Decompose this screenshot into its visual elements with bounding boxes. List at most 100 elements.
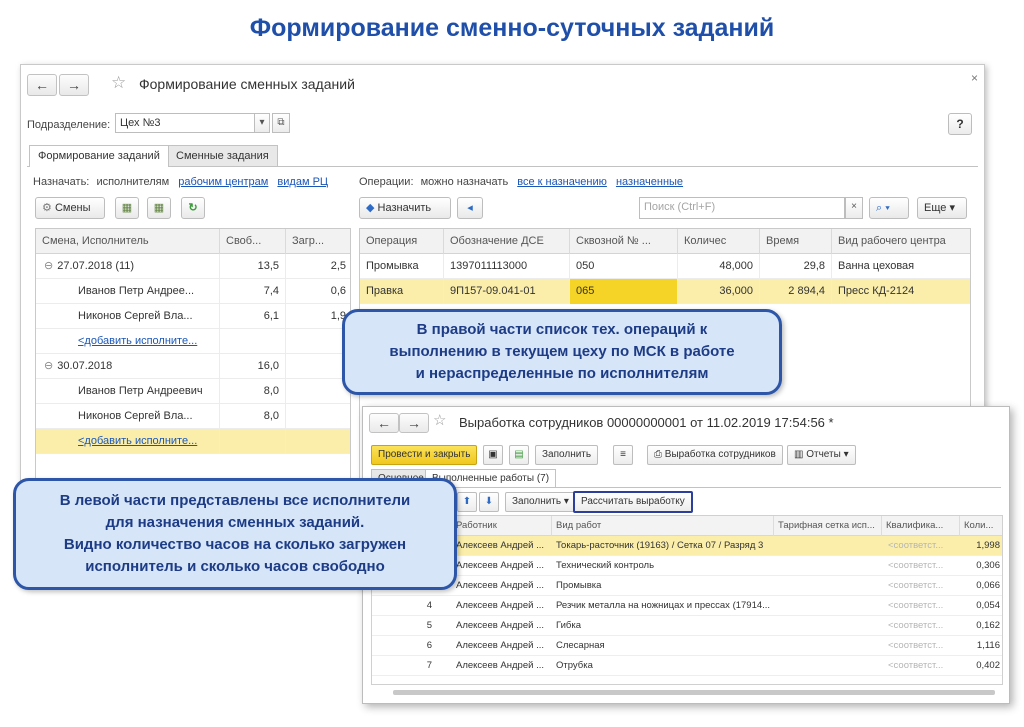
chevron-down-icon: ▾ — [843, 449, 849, 460]
shifts-button[interactable]: ⚙ Смены — [35, 197, 105, 219]
tab-divider — [27, 166, 978, 167]
w2-forward-button[interactable]: → — [399, 413, 429, 433]
work-row[interactable]: Алексеев Андрей ... Технический контроль <… — [372, 556, 1002, 576]
qty-cell: 1,116 — [976, 640, 1000, 651]
tab-shift-tasks[interactable]: Сменные задания — [167, 145, 278, 167]
forward-button[interactable]: → — [59, 74, 89, 96]
output-window: ← → ☆ Выработка сотрудников 00000000001 … — [362, 406, 1010, 704]
shift-group-row[interactable]: ⊖ 27.07.2018 (11) 13,5 2,5 — [36, 254, 350, 279]
post-icon[interactable]: ▤ — [509, 445, 529, 465]
col-time[interactable]: Время — [760, 229, 832, 254]
work-type-cell: Гибка — [556, 620, 582, 631]
work-row[interactable]: 5 Алексеев Андрей ... Гибка <соответст... 0,… — [372, 616, 1002, 636]
through-number-cell[interactable]: 050 — [570, 254, 678, 279]
col-tariff[interactable]: Тарифная сетка исп... — [774, 516, 882, 536]
executor-row[interactable]: <добавить исполните... — [36, 329, 350, 354]
col-qty[interactable]: Коли... — [960, 516, 1002, 536]
work-row[interactable]: 6 Алексеев Андрей ... Слесарная <соответст.… — [372, 636, 1002, 656]
col-free[interactable]: Своб... — [220, 229, 286, 254]
free-cell: 8,0 — [220, 379, 286, 404]
operation-row[interactable]: Правка 9П157-09.041-01 065 36,000 2 894,4 Пре… — [360, 279, 970, 304]
executor-row[interactable]: Иванов Петр Андреевич 8,0 — [36, 379, 350, 404]
w2-back-button[interactable]: ← — [369, 413, 399, 433]
calculate-output-button[interactable]: Рассчитать выработку — [573, 491, 693, 513]
list-icon[interactable]: ≡ — [613, 445, 633, 465]
work-type-cell: Резчик металла на ножницах и прессах (17… — [556, 600, 771, 611]
search-button[interactable]: ⌕ ▾ — [869, 197, 909, 219]
w2-favorite-star-icon[interactable]: ☆ — [433, 411, 446, 429]
executor-cell: Иванов Петр Андреевич — [36, 379, 220, 404]
work-type-cell: Технический контроль — [556, 560, 655, 571]
post-and-close-button[interactable]: Провести и закрыть — [371, 445, 478, 465]
division-input[interactable]: Цех №3 — [115, 113, 255, 133]
qualification-cell: <соответст... — [888, 580, 944, 591]
wc-type-cell: Пресс КД-2124 — [838, 285, 915, 297]
row-number: 5 — [426, 620, 432, 631]
search-clear-icon[interactable]: × — [845, 197, 863, 219]
shifts-button-label: Смены — [54, 202, 91, 214]
col-dse[interactable]: Обозначение ДСЕ — [444, 229, 570, 254]
col-through-number[interactable]: Сквозной № ... — [570, 229, 678, 254]
through-number-cell[interactable]: 065 — [570, 279, 678, 304]
assign-label: Назначать: исполнителям рабочим центрам … — [33, 176, 328, 188]
work-row[interactable]: 7 Алексеев Андрей ... Отрубка <соответст...… — [372, 656, 1002, 676]
search-input[interactable]: Поиск (Ctrl+F) — [639, 197, 845, 219]
executor-cell[interactable]: <добавить исполните... — [36, 429, 220, 454]
col-load[interactable]: Загр... — [286, 229, 350, 254]
callout-right-text: В правой части список тех. операций к вы… — [389, 321, 735, 382]
fill-button[interactable]: Заполнить — [535, 445, 599, 465]
fill2-button[interactable]: Заполнить ▾ — [505, 492, 576, 512]
add-executor-icon[interactable]: ▦ — [115, 197, 139, 219]
close-icon[interactable]: × — [971, 71, 978, 85]
link-wc-types[interactable]: видам РЦ — [277, 176, 328, 188]
move-left-icon[interactable]: ◂ — [457, 197, 483, 219]
reports-button[interactable]: ▥ Отчеты ▾ — [787, 445, 856, 465]
col-quantity[interactable]: Количес — [678, 229, 760, 254]
executor-cell[interactable]: <добавить исполните... — [36, 329, 220, 354]
col-qualification[interactable]: Квалифика... — [882, 516, 960, 536]
assign-button[interactable]: ◆ Назначить — [359, 197, 451, 219]
worker-cell: Алексеев Андрей ... — [456, 580, 544, 591]
help-button[interactable]: ? — [948, 113, 972, 135]
col-executor[interactable]: Смена, Исполнитель — [36, 229, 220, 254]
worker-cell: Алексеев Андрей ... — [456, 600, 544, 611]
move-up-icon[interactable]: ⬆ — [457, 492, 477, 512]
work-row[interactable]: Алексеев Андрей ... Токарь-расточник (191… — [372, 536, 1002, 556]
collapse-icon[interactable]: ⊖ — [44, 360, 53, 372]
add-executor-link[interactable]: <добавить исполните... — [78, 335, 197, 347]
qualification-cell: <соответст... — [888, 620, 944, 631]
back-button[interactable]: ← — [27, 74, 57, 96]
division-open-icon[interactable]: ⧉ — [272, 113, 290, 133]
executor-cell: ⊖ 30.07.2018 — [36, 354, 220, 379]
favorite-star-icon[interactable]: ☆ — [111, 73, 126, 93]
division-dropdown-icon[interactable]: ▾ — [254, 113, 270, 133]
work-row[interactable]: 4 Алексеев Андрей ... Резчик металла на но… — [372, 596, 1002, 616]
executor-row[interactable]: Иванов Петр Андрее... 7,4 0,6 — [36, 279, 350, 304]
worker-cell: Алексеев Андрей ... — [456, 660, 544, 671]
more-button[interactable]: Еще ▾ — [917, 197, 967, 219]
operation-row[interactable]: Промывка 1397011113000 050 48,000 29,8 Ванна … — [360, 254, 970, 279]
link-all-to-assign[interactable]: все к назначению — [517, 176, 607, 188]
executor-row[interactable]: Никонов Сергей Вла... 8,0 — [36, 404, 350, 429]
collapse-icon[interactable]: ⊖ — [44, 260, 53, 272]
work-row[interactable]: Алексеев Андрей ... Промывка <соответст...… — [372, 576, 1002, 596]
save-icon[interactable]: ▣ — [483, 445, 503, 465]
add-executor-link[interactable]: <добавить исполните... — [78, 435, 197, 447]
link-work-centers[interactable]: рабочим центрам — [178, 176, 268, 188]
executor-row[interactable]: <добавить исполните... — [36, 429, 350, 454]
col-wc-type[interactable]: Вид рабочего центра — [832, 229, 970, 254]
shift-group-row[interactable]: ⊖ 30.07.2018 16,0 — [36, 354, 350, 379]
col-operation[interactable]: Операция — [360, 229, 444, 254]
works-grid: Работник Вид работ Тарифная сетка исп...… — [371, 515, 1003, 685]
link-assigned[interactable]: назначенные — [616, 176, 683, 188]
executor-row[interactable]: Никонов Сергей Вла... 6,1 1,9 — [36, 304, 350, 329]
horizontal-scrollbar[interactable] — [393, 690, 995, 695]
output-report-button[interactable]: ⎙ Выработка сотрудников — [647, 445, 783, 465]
time-cell: 2 894,4 — [760, 279, 832, 304]
move-down-icon[interactable]: ⬇ — [479, 492, 499, 512]
refresh-icon[interactable]: ↻ — [181, 197, 205, 219]
remove-executor-icon[interactable]: ▦ — [147, 197, 171, 219]
executor-name: Иванов Петр Андреевич — [78, 385, 203, 397]
tab-forming[interactable]: Формирование заданий — [29, 145, 169, 167]
col-work-type[interactable]: Вид работ — [552, 516, 774, 536]
